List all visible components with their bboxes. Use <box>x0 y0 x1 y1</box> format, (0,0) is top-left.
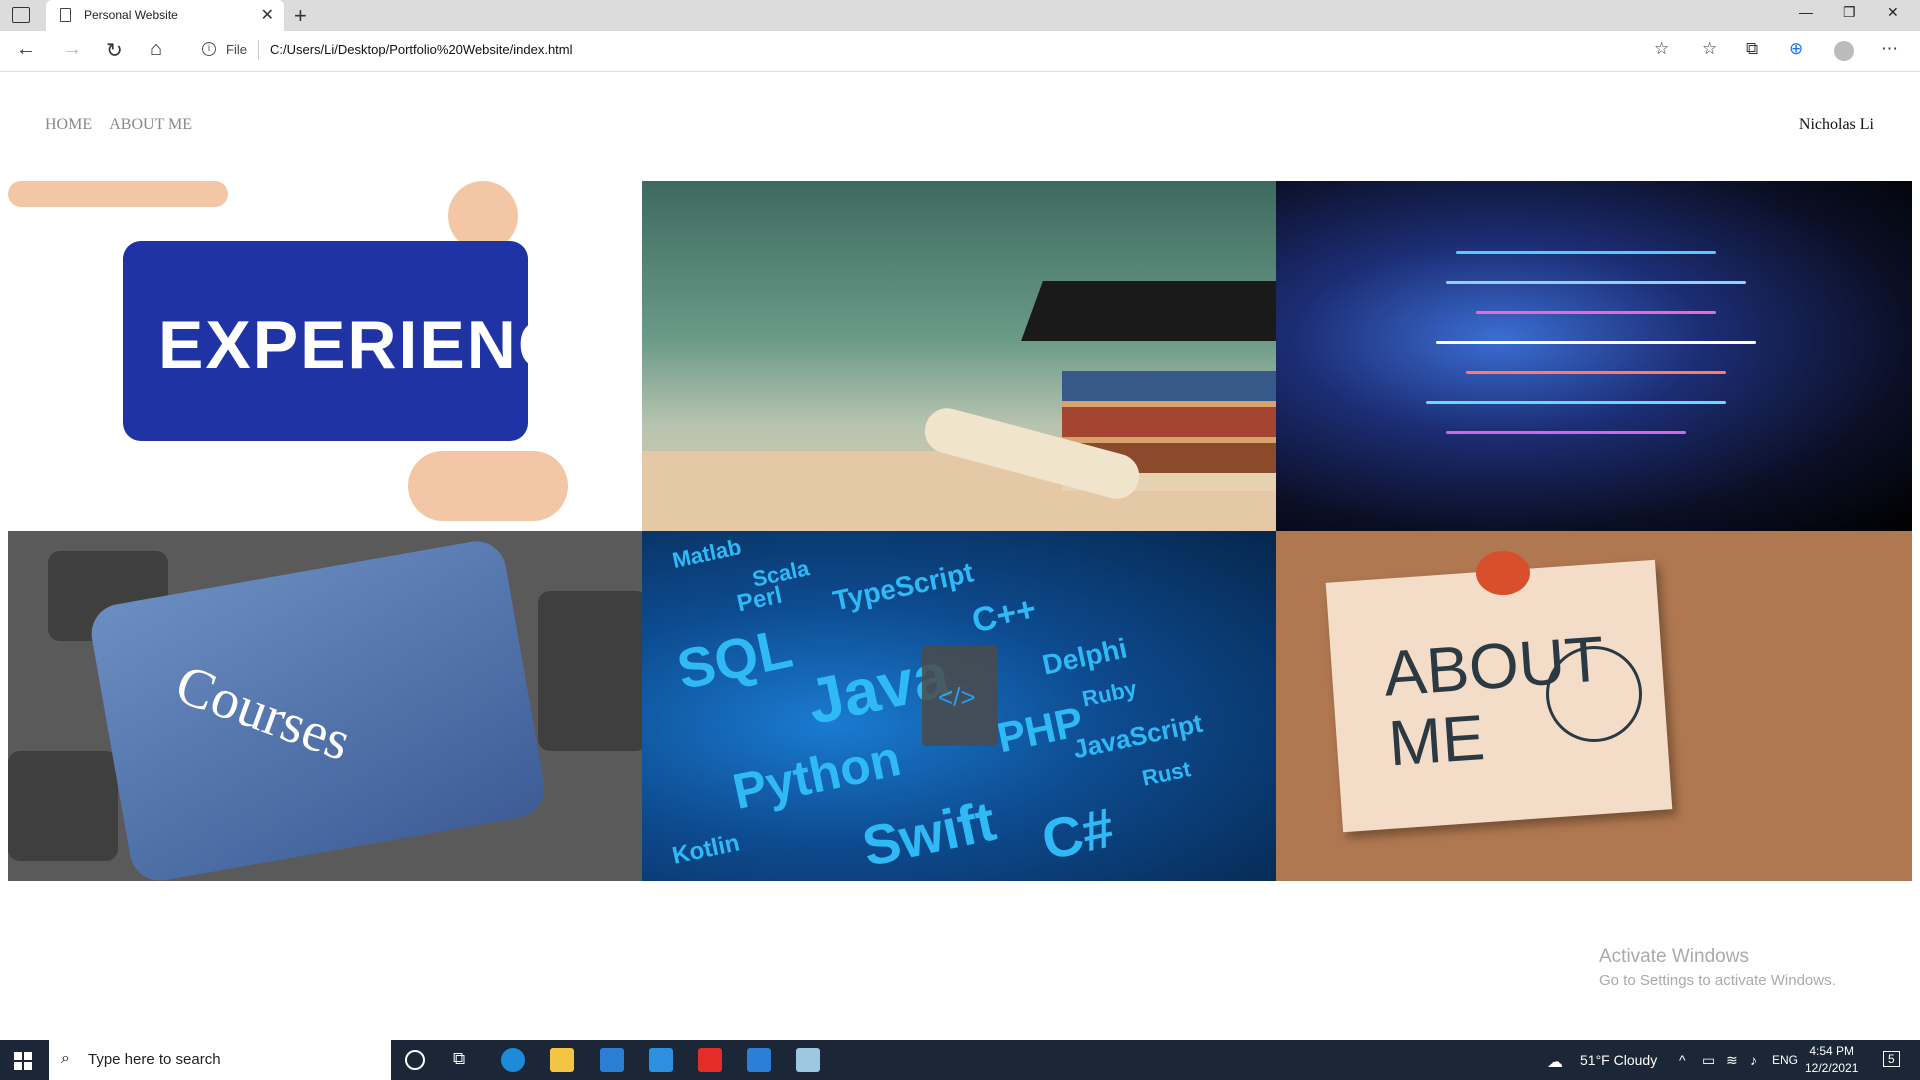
browser-toolbar: ← → ↻ ⌂ i File C:/Users/Li/Desktop/Portf… <box>0 31 1920 72</box>
language-word: C# <box>1036 795 1120 872</box>
code-line <box>1436 341 1756 344</box>
close-tab-icon[interactable]: ✕ <box>261 5 274 25</box>
tab-title: Personal Website <box>84 8 178 22</box>
pushpin-icon <box>1476 551 1530 595</box>
volume-icon[interactable]: ♪ <box>1750 1052 1757 1068</box>
tray-chevron-icon[interactable]: ^ <box>1679 1052 1686 1068</box>
close-window-icon[interactable]: ✕ <box>1887 4 1899 21</box>
hand-decoration <box>8 181 228 207</box>
store-icon[interactable] <box>600 1048 624 1072</box>
cortana-icon[interactable] <box>405 1050 425 1070</box>
keyboard-key <box>8 751 118 861</box>
code-line <box>1456 251 1716 254</box>
language-word: Python <box>728 729 906 821</box>
vscode-icon[interactable] <box>747 1048 771 1072</box>
favorites-icon[interactable]: ☆ <box>1702 39 1717 59</box>
activate-windows-watermark: Activate Windows Go to Settings to activ… <box>1599 946 1836 989</box>
profile-icon[interactable] <box>1834 41 1854 61</box>
search-placeholder[interactable]: Type here to search <box>88 1051 221 1068</box>
watermark-subtitle: Go to Settings to activate Windows. <box>1599 972 1836 989</box>
nav-home[interactable]: HOME <box>45 116 92 133</box>
notepad-icon[interactable] <box>796 1048 820 1072</box>
back-icon[interactable]: ← <box>16 38 36 61</box>
language-word: Matlab <box>670 534 744 573</box>
search-icon: ⌕ <box>61 1050 70 1067</box>
restore-icon[interactable]: ❐ <box>1843 4 1856 21</box>
edge-icon[interactable] <box>501 1048 525 1072</box>
notifications-icon[interactable]: 5 <box>1883 1050 1900 1067</box>
address-prefix: File <box>226 42 247 57</box>
more-icon[interactable]: ⋯ <box>1881 39 1898 59</box>
collections-icon[interactable]: ⧉ <box>1746 39 1758 59</box>
site-owner: Nicholas Li <box>1798 116 1874 133</box>
language-word: C++ <box>968 589 1040 641</box>
downloads-icon[interactable]: ⊕ <box>1789 39 1803 59</box>
device-icon[interactable]: ▭ <box>1702 1052 1715 1069</box>
minimize-icon[interactable]: — <box>1799 4 1813 20</box>
code-line <box>1426 401 1726 404</box>
user-icon <box>1546 646 1642 742</box>
page-icon <box>60 8 71 22</box>
clock-time: 4:54 PM <box>1809 1044 1855 1058</box>
tile-experience[interactable]: EXPERIENCE <box>8 181 642 531</box>
task-view-icon[interactable]: ⧉ <box>453 1049 465 1069</box>
refresh-icon[interactable]: ↻ <box>106 38 123 63</box>
weather-text[interactable]: 51°F Cloudy <box>1580 1052 1657 1068</box>
forward-icon[interactable]: → <box>62 38 82 61</box>
clock[interactable]: 4:54 PM 12/2/2021 <box>1805 1043 1858 1077</box>
code-file-icon: </> <box>922 646 998 746</box>
watermark-title: Activate Windows <box>1599 946 1749 967</box>
tile-about-me[interactable]: ABOUT ME <box>1276 531 1912 881</box>
home-icon[interactable]: ⌂ <box>150 38 162 61</box>
language-word: Rust <box>1139 756 1193 791</box>
info-icon[interactable]: i <box>202 42 216 56</box>
language-word: SQL <box>671 615 798 702</box>
address-separator <box>258 40 259 60</box>
tile-courses[interactable]: Courses <box>8 531 642 881</box>
notification-count: 5 <box>1883 1051 1900 1067</box>
tile-code[interactable] <box>1276 181 1912 531</box>
new-tab-button[interactable]: + <box>294 3 307 29</box>
code-line <box>1446 281 1746 284</box>
clock-date: 12/2/2021 <box>1805 1061 1859 1075</box>
nav-about-me[interactable]: ABOUT ME <box>109 116 192 133</box>
taskbar: ⌕ Type here to search ⧉ ☁ 51°F Cloudy ^ … <box>0 1040 1920 1080</box>
language-word: TypeScript <box>830 556 977 617</box>
language-indicator[interactable]: ENG <box>1772 1053 1798 1067</box>
code-line <box>1476 311 1716 314</box>
taskbar-search[interactable]: ⌕ Type here to search <box>49 1040 391 1080</box>
tile-education[interactable] <box>642 181 1276 531</box>
weather-icon[interactable]: ☁ <box>1547 1052 1563 1072</box>
tab-bar: Personal Website ✕ + — ❐ ✕ <box>0 0 1920 31</box>
file-explorer-icon[interactable] <box>550 1048 574 1072</box>
youtube-icon[interactable] <box>698 1048 722 1072</box>
tile-languages[interactable]: Matlab Scala Perl TypeScript SQL Java Py… <box>642 531 1276 881</box>
language-word: Kotlin <box>669 829 742 870</box>
language-word: Ruby <box>1079 675 1139 712</box>
graduation-cap-graphic <box>1021 281 1276 341</box>
tab-actions-icon[interactable] <box>12 7 30 23</box>
add-favorite-icon[interactable]: ☆ <box>1654 39 1669 59</box>
tile-experience-text: EXPERIENCE <box>158 307 617 383</box>
code-line <box>1446 431 1686 434</box>
windows-start-icon[interactable] <box>14 1052 32 1070</box>
language-word: Swift <box>856 788 1001 879</box>
address-bar[interactable]: i File C:/Users/Li/Desktop/Portfolio%20W… <box>190 36 1690 66</box>
language-word: Perl <box>734 581 785 618</box>
portfolio-grid: EXPERIENCE Courses Matlab Scala Perl Typ… <box>8 181 1912 881</box>
site-nav: HOME ABOUT ME <box>45 116 206 134</box>
language-word: Delphi <box>1039 632 1130 681</box>
code-line <box>1466 371 1726 374</box>
network-icon[interactable]: ≋ <box>1726 1052 1738 1069</box>
url-text[interactable]: C:/Users/Li/Desktop/Portfolio%20Website/… <box>270 42 573 57</box>
keyboard-key <box>538 591 642 751</box>
mail-icon[interactable] <box>649 1048 673 1072</box>
browser-tab[interactable]: Personal Website ✕ <box>46 0 284 31</box>
hand-decoration <box>408 451 568 521</box>
